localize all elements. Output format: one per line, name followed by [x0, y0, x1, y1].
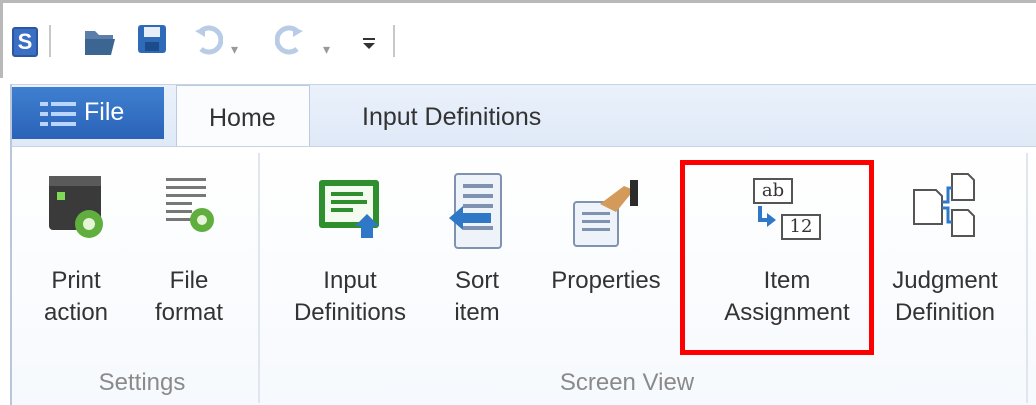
quick-access-toolbar: S ▾ ▾: [0, 0, 1036, 78]
print-action-label-line1: Print: [51, 267, 101, 294]
ribbon-body: Print action File format Settings Input: [10, 146, 1036, 405]
judgment-definition-label-line1: Judgment: [892, 267, 998, 294]
tab-file[interactable]: File: [12, 87, 164, 139]
customize-toolbar-icon[interactable]: [361, 37, 377, 51]
file-format-label-line1: File: [169, 267, 209, 294]
undo-dropdown-icon[interactable]: ▾: [231, 41, 238, 58]
group-separator: [258, 153, 260, 403]
input-definitions-label-line1: Input: [323, 267, 377, 294]
tab-home-label: Home: [209, 104, 276, 132]
file-format-label-line2: format: [154, 299, 223, 326]
item-assignment-label-line1: Item: [763, 267, 811, 294]
open-folder-icon[interactable]: [83, 25, 119, 57]
toolbar-separator: [393, 25, 395, 57]
properties-label: Properties: [551, 267, 661, 294]
judgment-definition-icon: [913, 173, 975, 237]
group-separator: [1026, 153, 1028, 403]
group-label-settings: Settings: [98, 369, 186, 396]
sort-item-label-line2: item: [454, 299, 500, 326]
tab-input-definitions[interactable]: Input Definitions: [312, 85, 602, 147]
group-label-screen-view: Screen View: [559, 369, 695, 396]
file-menu-icon: [40, 102, 76, 126]
input-definitions-label-line2: Definitions: [293, 299, 407, 326]
properties-icon: [573, 180, 638, 247]
toolbar-separator: [49, 25, 51, 57]
print-action-label-line2: action: [43, 299, 109, 326]
file-format-icon: [166, 178, 214, 232]
item-assignment-icon-top-box: ab: [753, 178, 793, 204]
input-definitions-icon: [319, 180, 379, 238]
judgment-definition-label-line2: Definition: [894, 299, 996, 326]
sort-item-label-line1: Sort: [454, 267, 499, 294]
item-assignment-label-line2: Assignment: [724, 299, 850, 326]
save-icon[interactable]: [136, 23, 168, 55]
item-assignment-icon: ab 12: [749, 172, 825, 242]
print-action-icon: [49, 176, 103, 238]
item-assignment-icon-bottom-box: 12: [781, 214, 821, 240]
app-icon[interactable]: S: [12, 27, 38, 57]
tab-home[interactable]: Home: [176, 85, 310, 147]
assign-arrow-icon: [758, 206, 776, 227]
tab-file-label: File: [84, 98, 125, 126]
tab-input-definitions-label: Input Definitions: [362, 103, 542, 131]
redo-dropdown-icon[interactable]: ▾: [323, 41, 330, 58]
redo-icon[interactable]: [275, 25, 305, 55]
sort-item-icon: [449, 173, 502, 249]
undo-icon[interactable]: [193, 25, 223, 55]
ribbon-tab-row: File Home Input Definitions: [10, 84, 1036, 147]
